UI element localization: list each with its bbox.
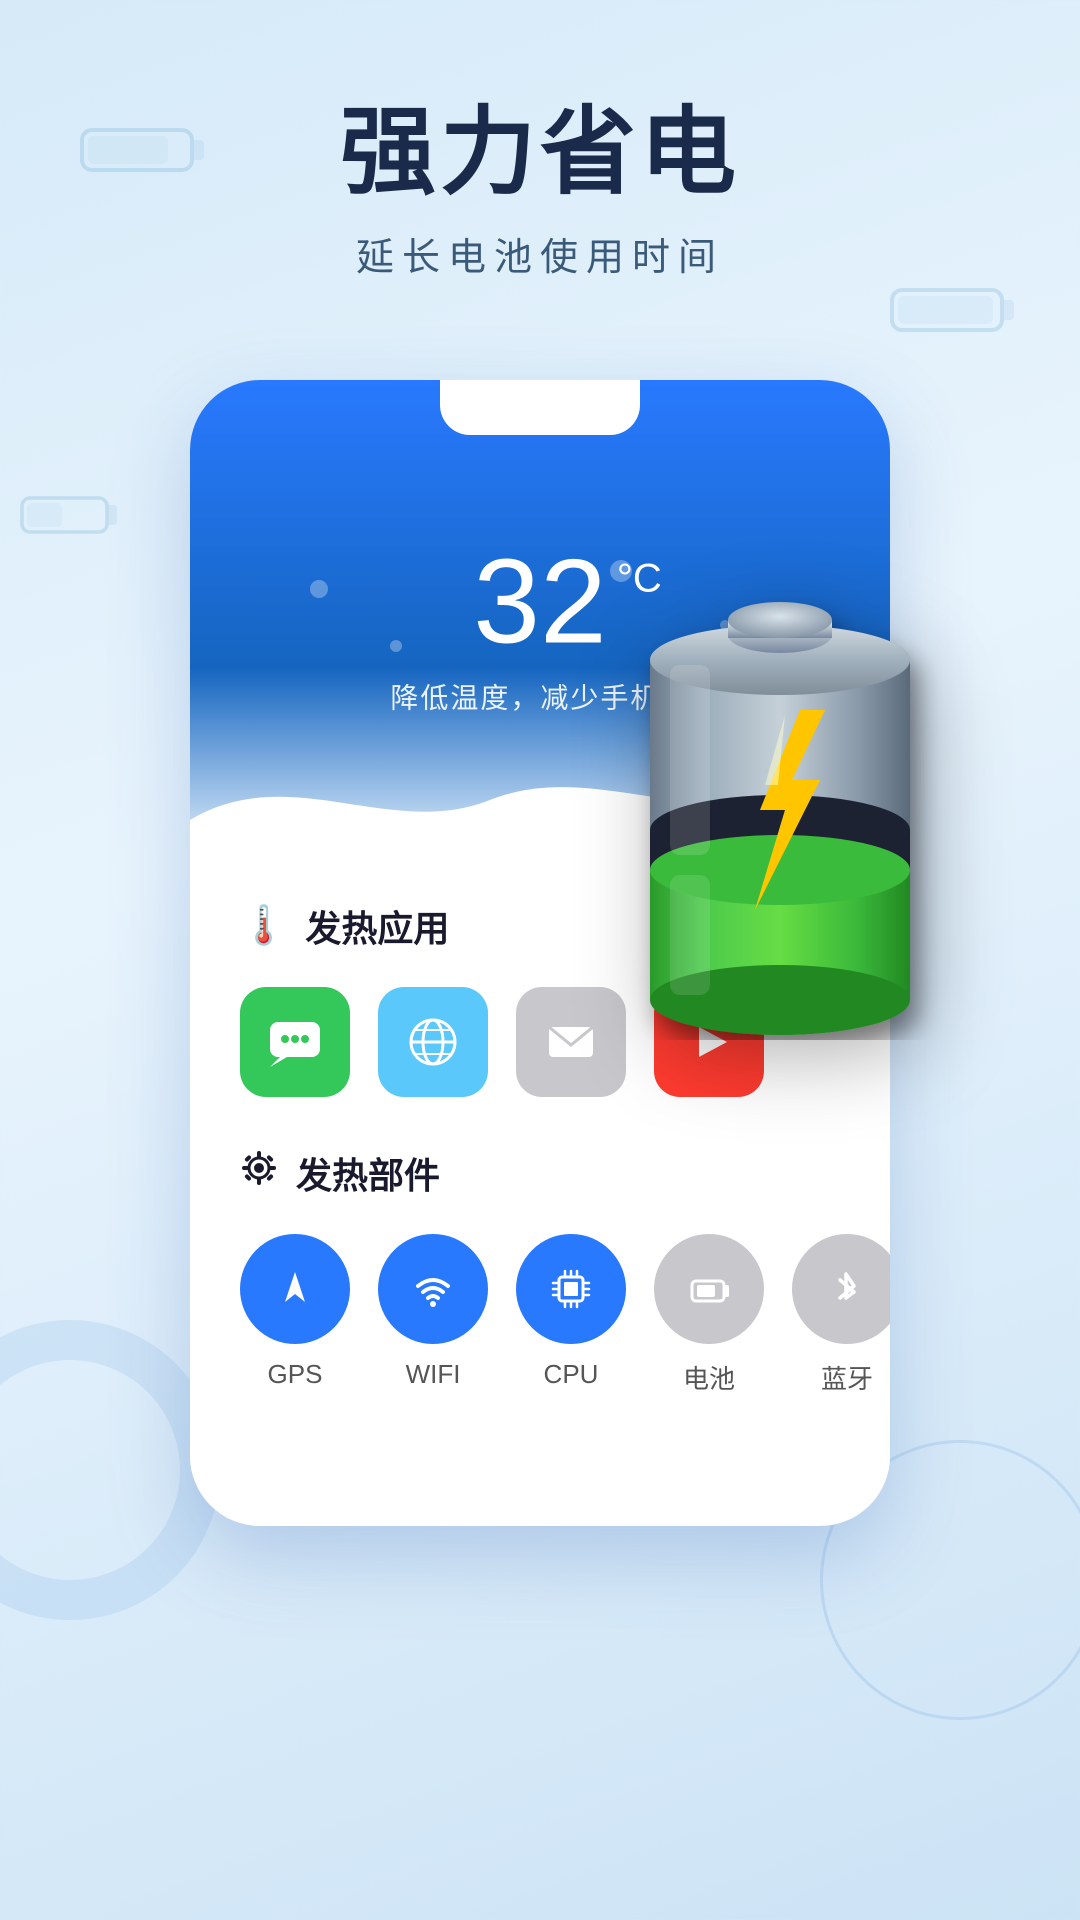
app-icon-messages <box>240 987 350 1097</box>
heating-components-icon <box>240 1149 278 1197</box>
heating-components-section: 发热部件 GPS <box>240 1147 840 1396</box>
bluetooth-circle <box>792 1234 890 1344</box>
main-subtitle: 延长电池使用时间 <box>0 226 1080 281</box>
component-cpu[interactable]: CPU <box>516 1234 626 1390</box>
bg-circle-decoration <box>0 1320 220 1620</box>
cpu-circle <box>516 1234 626 1344</box>
cpu-label: CPU <box>544 1359 599 1390</box>
battery-circle <box>654 1234 764 1344</box>
component-wifi[interactable]: WIFI <box>378 1234 488 1390</box>
gps-label: GPS <box>268 1359 323 1390</box>
bg-battery-mid <box>20 490 120 540</box>
header-section: 强力省电 延长电池使用时间 <box>0 0 1080 281</box>
wifi-circle <box>378 1234 488 1344</box>
battery-label: 电池 <box>683 1359 735 1396</box>
heating-components-title: 发热部件 <box>240 1147 840 1199</box>
temperature-value: 32 <box>473 541 606 661</box>
component-gps[interactable]: GPS <box>240 1234 350 1390</box>
wifi-label: WIFI <box>406 1359 461 1390</box>
battery-3d-illustration <box>610 540 950 1040</box>
phone-notch <box>440 380 640 435</box>
main-title: 强力省电 <box>0 100 1080 206</box>
component-bluetooth[interactable]: 蓝牙 <box>792 1234 890 1396</box>
component-icons-row: GPS WIFI <box>240 1234 840 1396</box>
app-icon-browser <box>378 987 488 1097</box>
bubble-1 <box>310 580 328 598</box>
gps-circle <box>240 1234 350 1344</box>
component-battery[interactable]: 电池 <box>654 1234 764 1396</box>
bluetooth-label: 蓝牙 <box>821 1359 873 1396</box>
phone-mockup: 32 °C 降低温度，减少手机... 🌡️ 发热应用 <box>190 380 890 1526</box>
heating-apps-icon: 🌡️ <box>240 904 287 948</box>
bg-battery-right <box>890 280 1020 340</box>
